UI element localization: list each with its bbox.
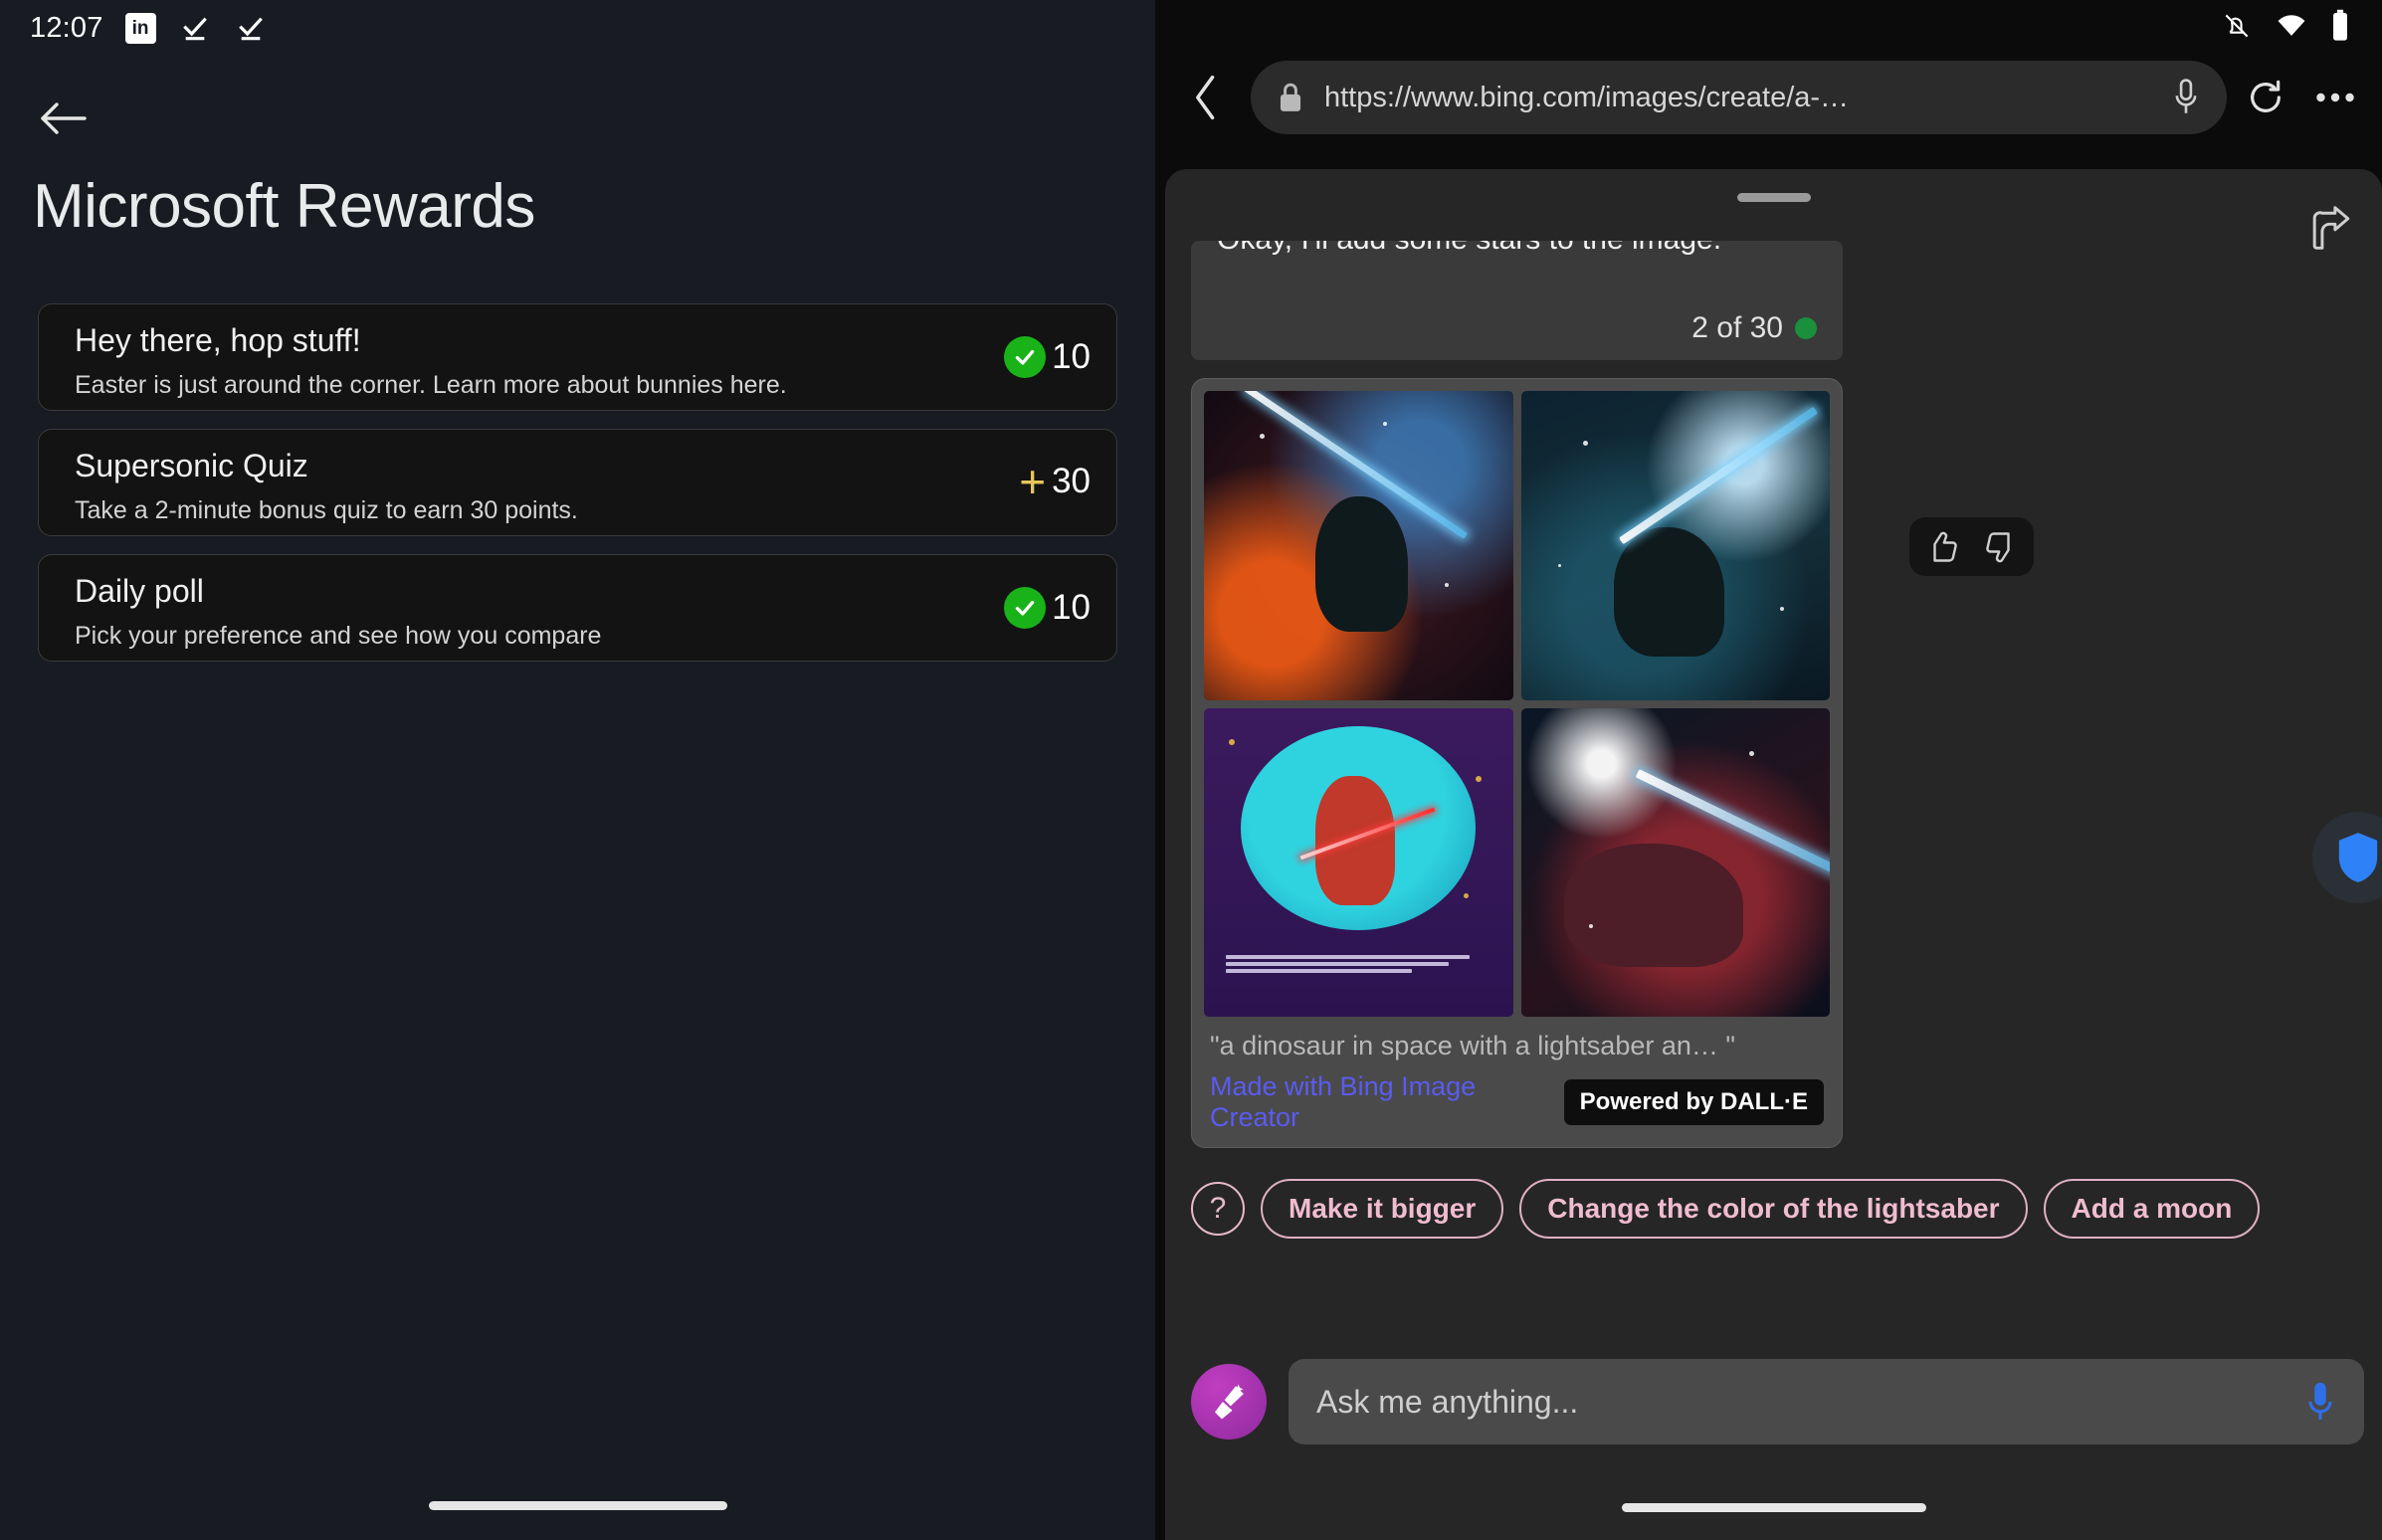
image-result-card: "a dinosaur in space with a lightsaber a… bbox=[1191, 378, 1843, 1148]
chat-message-text: Okay, I'll add some stars to the image. bbox=[1217, 241, 1721, 257]
reward-card-supersonic-quiz[interactable]: Supersonic Quiz Take a 2-minute bonus qu… bbox=[38, 429, 1117, 536]
status-dot bbox=[1795, 317, 1817, 339]
bing-broom-icon[interactable] bbox=[1191, 1364, 1267, 1440]
thumbs-up-button[interactable] bbox=[1915, 520, 1969, 574]
dinosaur-head-lightsaber-art bbox=[1520, 707, 1830, 1017]
reload-button[interactable] bbox=[2235, 67, 2296, 128]
dinosaur-blue-lightsaber-art bbox=[1520, 391, 1830, 700]
reward-points-value: 10 bbox=[1052, 337, 1091, 376]
thumbs-up-icon bbox=[1933, 531, 1957, 562]
bing-chat-sheet: Okay, I'll add some stars to the image. … bbox=[1165, 169, 2382, 1540]
thumbs-down-button[interactable] bbox=[1974, 520, 2028, 574]
check-circle-icon bbox=[1004, 587, 1047, 629]
reward-card-subtitle: Pick your preference and see how you com… bbox=[75, 622, 602, 650]
linkedin-icon: in bbox=[124, 12, 156, 44]
reward-card-title: Daily poll bbox=[75, 573, 204, 609]
suggestion-chip-make-it-bigger[interactable]: Make it bigger bbox=[1261, 1179, 1504, 1239]
reward-card-subtitle: Take a 2-minute bonus quiz to earn 30 po… bbox=[75, 496, 578, 524]
reward-card-title: Supersonic Quiz bbox=[75, 448, 308, 483]
battery-icon bbox=[2333, 9, 2347, 41]
reward-card-text: Hey there, hop stuff! Easter is just aro… bbox=[75, 322, 787, 400]
check-underline-icon bbox=[182, 17, 207, 41]
suggestion-chip-row: ? Make it bigger Change the color of the… bbox=[1191, 1179, 2382, 1239]
suggestion-chip-add-a-moon[interactable]: Add a moon bbox=[2043, 1179, 2261, 1239]
reward-card-points: + 30 bbox=[1019, 456, 1091, 507]
ask-input-wrapper[interactable] bbox=[1289, 1359, 2364, 1444]
image-prompt-caption: "a dinosaur in space with a lightsaber a… bbox=[1210, 1031, 1735, 1060]
address-bar[interactable]: https://www.bing.com/images/create/a-… bbox=[1251, 61, 2227, 134]
made-with-bing-link[interactable]: Made with Bing Image Creator bbox=[1210, 1071, 1564, 1133]
chat-composer bbox=[1191, 1359, 2364, 1444]
lock-icon bbox=[1280, 83, 1301, 111]
sheet-drag-handle[interactable] bbox=[1736, 193, 1811, 202]
share-button[interactable] bbox=[2302, 197, 2364, 259]
check-circle-icon bbox=[1004, 336, 1047, 378]
arrow-left-icon bbox=[41, 102, 87, 134]
plus-icon: + bbox=[1019, 456, 1047, 507]
suggestion-chip-change-color[interactable]: Change the color of the lightsaber bbox=[1519, 1179, 2028, 1239]
reward-card-daily-poll[interactable]: Daily poll Pick your preference and see … bbox=[38, 554, 1117, 662]
turn-counter: 2 of 30 bbox=[1691, 311, 1783, 344]
reward-card-title: Hey there, hop stuff! bbox=[75, 322, 361, 358]
rewards-pane: 12:07 in Microsoft Rewards Hey there, ho… bbox=[0, 0, 1155, 1540]
page-title: Microsoft Rewards bbox=[33, 172, 535, 241]
status-clock: 12:07 bbox=[30, 11, 103, 44]
shield-glyph-icon bbox=[2338, 833, 2378, 882]
thumbs-down-icon bbox=[1986, 531, 2010, 562]
rewards-card-list: Hey there, hop stuff! Easter is just aro… bbox=[38, 303, 1117, 662]
reward-card-points: 10 bbox=[1004, 587, 1091, 629]
right-status-bar bbox=[1155, 0, 2382, 52]
image-grid bbox=[1204, 391, 1830, 1017]
message-meta-row: 2 of 30 bbox=[1191, 296, 1843, 360]
home-indicator[interactable] bbox=[428, 1501, 727, 1510]
help-question-icon[interactable]: ? bbox=[1191, 1182, 1245, 1236]
left-status-bar: 12:07 in bbox=[0, 0, 1155, 56]
reward-card-text: Daily poll Pick your preference and see … bbox=[75, 573, 601, 651]
browser-pane: https://www.bing.com/images/create/a-… 2… bbox=[1155, 0, 2382, 1540]
image-thumbnail-4[interactable] bbox=[1520, 707, 1830, 1017]
reward-points-value: 30 bbox=[1052, 462, 1091, 500]
chat-message-clipped: Okay, I'll add some stars to the image. bbox=[1191, 241, 1843, 296]
broom-glyph-icon bbox=[1215, 1384, 1244, 1420]
ask-input[interactable] bbox=[1316, 1383, 2286, 1421]
browser-back-button[interactable] bbox=[1171, 62, 1243, 133]
reward-card-text: Supersonic Quiz Take a 2-minute bonus qu… bbox=[75, 448, 578, 525]
microphone-blue-icon[interactable] bbox=[2304, 1379, 2336, 1425]
dalle-badge: Powered by DALL·E bbox=[1563, 1079, 1824, 1125]
microphone-icon[interactable] bbox=[2171, 77, 2201, 118]
bell-muted-icon bbox=[2225, 14, 2249, 38]
reward-card-subtitle: Easter is just around the corner. Learn … bbox=[75, 371, 787, 399]
dinosaur-nebula-lightsaber-art bbox=[1204, 391, 1513, 700]
image-thumbnail-1[interactable] bbox=[1204, 391, 1513, 700]
image-thumbnail-3[interactable] bbox=[1204, 707, 1513, 1017]
back-button[interactable] bbox=[32, 88, 94, 149]
image-card-footer: Made with Bing Image Creator Powered by … bbox=[1204, 1067, 1830, 1133]
app-screen: 12:07 in Microsoft Rewards Hey there, ho… bbox=[0, 0, 2382, 1540]
more-horizontal-icon bbox=[2316, 93, 2354, 102]
browser-toolbar: https://www.bing.com/images/create/a-… bbox=[1155, 52, 2382, 143]
home-indicator[interactable] bbox=[1621, 1503, 1926, 1512]
image-thumbnail-2[interactable] bbox=[1520, 391, 1830, 700]
reward-card-hop-stuff[interactable]: Hey there, hop stuff! Easter is just aro… bbox=[38, 303, 1117, 411]
shield-icon bbox=[2312, 812, 2382, 903]
share-icon bbox=[2312, 206, 2350, 250]
url-text: https://www.bing.com/images/create/a-… bbox=[1324, 81, 1850, 113]
reload-icon bbox=[2251, 80, 2281, 112]
dinosaur-poster-red-lightsaber-art bbox=[1204, 707, 1513, 1017]
wifi-icon bbox=[2278, 15, 2305, 36]
reward-points-value: 10 bbox=[1052, 588, 1091, 627]
chevron-left-icon bbox=[1196, 75, 1215, 120]
browser-menu-button[interactable] bbox=[2304, 67, 2366, 128]
reward-card-points: 10 bbox=[1004, 336, 1091, 378]
check-underline-icon bbox=[238, 17, 263, 41]
feedback-popover bbox=[1909, 517, 2034, 576]
